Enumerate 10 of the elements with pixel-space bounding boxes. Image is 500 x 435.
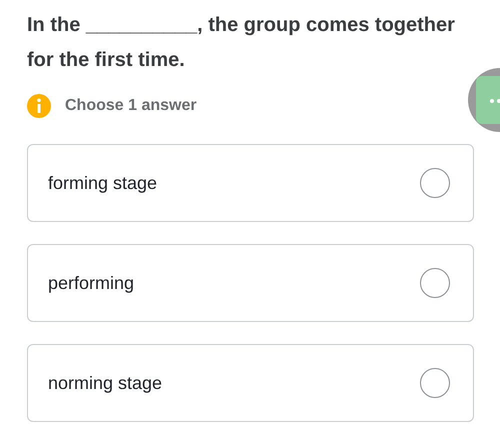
radio-button[interactable] — [420, 168, 450, 198]
hint-text: Choose 1 answer — [65, 97, 197, 115]
answer-option[interactable]: forming stage — [27, 144, 474, 222]
chat-bubble-icon[interactable] — [468, 68, 500, 132]
answer-option[interactable]: norming stage — [27, 344, 474, 422]
question-text: In the __________, the group comes together for the first time. — [27, 13, 456, 73]
radio-button[interactable] — [420, 368, 450, 398]
answer-option[interactable]: performing — [27, 244, 474, 322]
radio-button[interactable] — [420, 268, 450, 298]
info-icon — [27, 94, 51, 118]
